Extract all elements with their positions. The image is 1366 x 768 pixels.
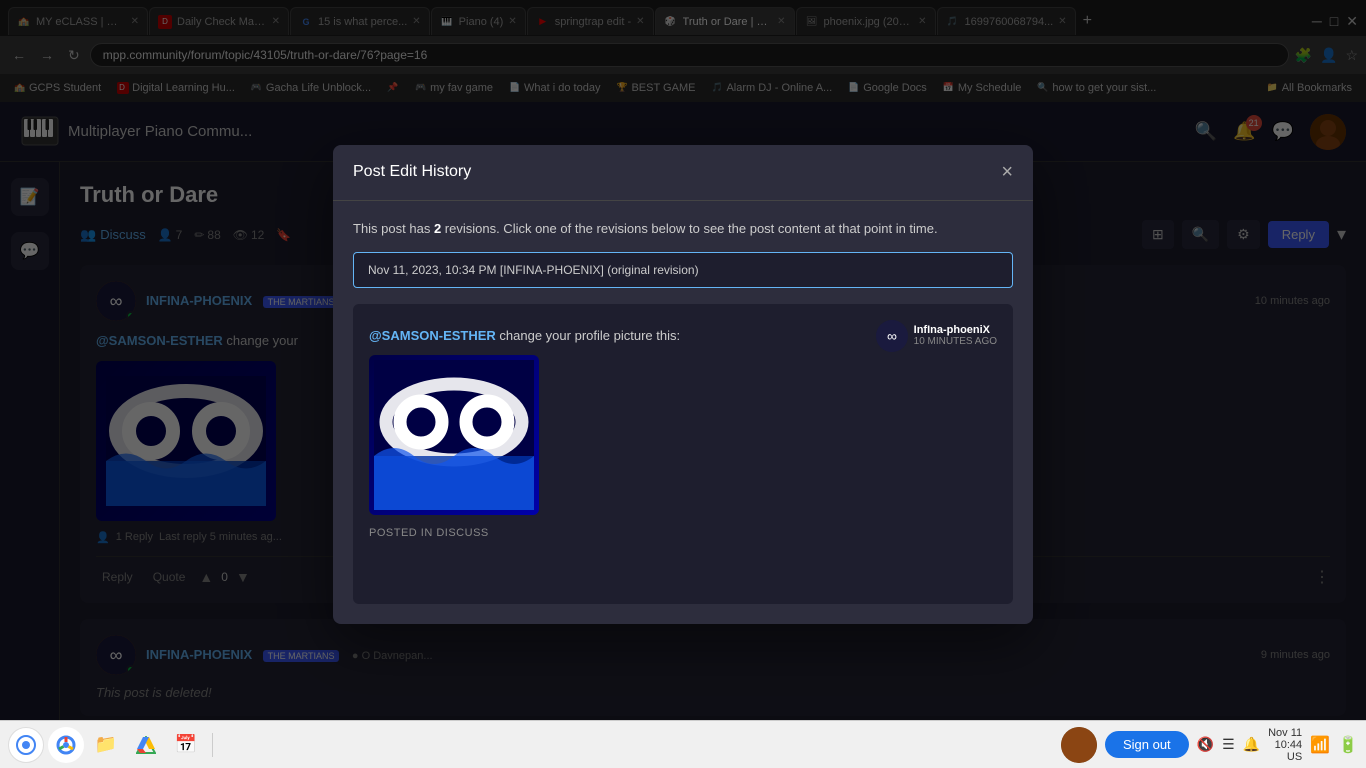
taskbar-divider bbox=[212, 733, 213, 757]
revision-image bbox=[369, 355, 539, 515]
taskbar: 📁 📅 Sign out 🔇 ☰ 🔔 Nov 11 10:44 US bbox=[0, 720, 1366, 768]
revision-mention: @SAMSON-ESTHER bbox=[369, 328, 496, 343]
posted-in-label: POSTED IN DISCUSS bbox=[369, 527, 997, 539]
taskbar-avatar[interactable] bbox=[1061, 727, 1097, 763]
wifi-icon: 📶 bbox=[1310, 735, 1330, 755]
system-date: Nov 11 bbox=[1268, 727, 1302, 739]
taskbar-right: Sign out 🔇 ☰ 🔔 Nov 11 10:44 US 📶 🔋 bbox=[1061, 727, 1358, 763]
svg-text:∞: ∞ bbox=[887, 328, 897, 344]
system-region: US bbox=[1268, 751, 1302, 763]
revision-author-name: InfIna-phoeniX bbox=[914, 324, 997, 336]
modal-body: This post has 2 revisions. Click one of … bbox=[333, 201, 1033, 624]
revision-item-1[interactable]: Nov 11, 2023, 10:34 PM [INFINA-PHOENIX] … bbox=[353, 252, 1013, 288]
modal-header: Post Edit History × bbox=[333, 145, 1033, 201]
modal-description: This post has 2 revisions. Click one of … bbox=[353, 221, 1013, 236]
start-button[interactable] bbox=[8, 727, 44, 763]
battery-icon: 🔋 bbox=[1338, 735, 1358, 755]
revision-text: change your profile picture this: bbox=[499, 328, 680, 343]
taskbar-profile-area bbox=[1061, 727, 1097, 763]
revision-author-avatar: ∞ bbox=[876, 320, 908, 352]
volume-icon[interactable]: 🔇 bbox=[1197, 736, 1214, 753]
modal-close-btn[interactable]: × bbox=[1001, 161, 1013, 184]
modal-desc-suffix: revisions. Click one of the revisions be… bbox=[441, 221, 937, 236]
taskbar-drive-icon[interactable] bbox=[128, 727, 164, 763]
system-icons: 🔇 ☰ 🔔 bbox=[1197, 736, 1260, 753]
system-datetime: Nov 11 10:44 US bbox=[1268, 727, 1302, 763]
sign-out-button[interactable]: Sign out bbox=[1105, 731, 1189, 758]
revision-author-details: InfIna-phoeniX 10 MINUTES AGO bbox=[914, 324, 997, 347]
system-time: 10:44 bbox=[1268, 739, 1302, 751]
revision-content-area: ∞ InfIna-phoeniX 10 MINUTES AGO @SAMSON-… bbox=[353, 304, 1013, 604]
revision-author-area: ∞ InfIna-phoeniX 10 MINUTES AGO bbox=[876, 320, 997, 352]
taskbar-files-icon[interactable]: 📁 bbox=[88, 727, 124, 763]
taskbar-chrome-icon[interactable] bbox=[48, 727, 84, 763]
notifications-icon[interactable]: 🔔 bbox=[1243, 736, 1260, 753]
modal-overlay: Post Edit History × This post has 2 revi… bbox=[0, 0, 1366, 768]
taskbar-calendar-icon[interactable]: 📅 bbox=[168, 727, 204, 763]
revision-item-1-label: Nov 11, 2023, 10:34 PM [INFINA-PHOENIX] … bbox=[368, 263, 699, 277]
modal-desc-prefix: This post has bbox=[353, 221, 434, 236]
revision-author-time: 10 MINUTES AGO bbox=[914, 336, 997, 347]
modal-title: Post Edit History bbox=[353, 163, 471, 181]
taskbar-menu-icon[interactable]: ☰ bbox=[1222, 736, 1235, 753]
post-edit-history-modal: Post Edit History × This post has 2 revi… bbox=[333, 145, 1033, 624]
